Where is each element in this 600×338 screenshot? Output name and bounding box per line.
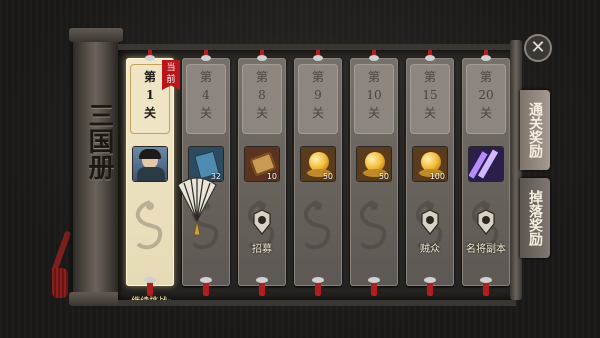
right-rod: [510, 40, 522, 300]
item-quantity: 100: [429, 172, 445, 181]
hanger-hook: [145, 50, 155, 61]
stage-suffix: 关: [311, 106, 324, 120]
bottom-tassel: [256, 277, 268, 296]
gold-orb-icon[interactable]: 50: [300, 146, 336, 182]
stage-scroll-area[interactable]: 当前第 1 关继续挑战» 第 4 关 32 第 8 关 10 招募第 9 关 50 第 10 关 50 第 15 关 100…: [118, 44, 516, 306]
stage-card-20[interactable]: 第 20 关名将副本: [462, 50, 510, 296]
stage-card-10[interactable]: 第 10 关 50: [350, 50, 398, 296]
continue-challenge-button[interactable]: 继续挑战»: [120, 294, 184, 306]
book-title: 三国册: [84, 102, 114, 180]
stage-number: 15: [422, 88, 438, 102]
stage-number-label: 第 10 关: [354, 64, 394, 134]
stage-suffix: 关: [143, 106, 156, 120]
stage-prefix: 第: [311, 70, 324, 84]
reward-emblem-icon: [418, 208, 442, 236]
hanger-hook: [481, 50, 491, 61]
stage-number-label: 第 8 关: [242, 64, 282, 134]
stage-prefix: 第: [479, 70, 492, 84]
reward-label: 贼众: [420, 244, 440, 255]
tassel-decoration: [42, 230, 76, 300]
scroll-rod: 三国册: [69, 28, 123, 306]
stage-number: 8: [258, 88, 266, 102]
close-icon: ✕: [530, 37, 546, 58]
bottom-tassel: [200, 277, 212, 296]
bottom-tassel: [368, 277, 380, 296]
stage-suffix: 关: [479, 106, 492, 120]
tab-clear-rewards[interactable]: 通关奖励: [520, 90, 550, 170]
dragon-watermark-icon: [298, 198, 338, 258]
reward-label: 招募: [252, 244, 272, 255]
scroll-item-icon[interactable]: 10: [244, 146, 280, 182]
close-button[interactable]: ✕: [524, 34, 552, 62]
bottom-tassel: [312, 277, 324, 296]
stage-card-9[interactable]: 第 9 关 50: [294, 50, 342, 296]
gold-orb-icon[interactable]: 100: [412, 146, 448, 182]
stage-number-label: 第 15 关: [410, 64, 450, 134]
hanger-hook: [369, 50, 379, 61]
bottom-tassel: [480, 277, 492, 296]
reward-label: 名将副本: [466, 244, 506, 255]
current-badge: 当前: [162, 60, 180, 90]
hanger-hook: [257, 50, 267, 61]
stage-number: 10: [366, 88, 382, 102]
item-quantity: 10: [266, 172, 277, 181]
reward-emblem-icon: [250, 208, 274, 236]
hanger-hook: [201, 50, 211, 61]
bottom-tassel: [424, 277, 436, 296]
stage-number: 4: [202, 88, 210, 102]
stage-prefix: 第: [367, 70, 380, 84]
item-quantity: 50: [322, 172, 333, 181]
dragon-watermark-icon: [130, 198, 170, 258]
stage-suffix: 关: [255, 106, 268, 120]
stage-card-4[interactable]: 第 4 关 32: [182, 50, 230, 296]
hanger-hook: [313, 50, 323, 61]
stage-card-8[interactable]: 第 8 关 10 招募: [238, 50, 286, 296]
fan-icon: [177, 177, 217, 236]
stage-card-15[interactable]: 第 15 关 100 贼众: [406, 50, 454, 296]
stage-prefix: 第: [255, 70, 268, 84]
stage-suffix: 关: [367, 106, 380, 120]
stage-prefix: 第: [423, 70, 436, 84]
hanger-hook: [425, 50, 435, 61]
item-quantity: 50: [378, 172, 389, 181]
stage-suffix: 关: [423, 106, 436, 120]
gold-orb-icon[interactable]: 50: [356, 146, 392, 182]
stage-number: 20: [478, 88, 494, 102]
purple-crystal-icon[interactable]: [468, 146, 504, 182]
reward-emblem-icon: [474, 208, 498, 236]
tab-drop-rewards[interactable]: 掉落奖励: [520, 178, 550, 258]
stage-number-label: 第 9 关: [298, 64, 338, 134]
stage-prefix: 第: [199, 70, 212, 84]
stage-number-label: 第 4 关: [186, 64, 226, 134]
dragon-watermark-icon: [354, 198, 394, 258]
stage-card-1[interactable]: 当前第 1 关继续挑战»: [126, 50, 180, 300]
stage-suffix: 关: [199, 106, 212, 120]
stage-number-label: 第 20 关: [466, 64, 506, 134]
stage-number: 9: [314, 88, 322, 102]
hero-portrait-icon[interactable]: [132, 146, 168, 182]
chevron-right-icon: »: [167, 297, 173, 306]
